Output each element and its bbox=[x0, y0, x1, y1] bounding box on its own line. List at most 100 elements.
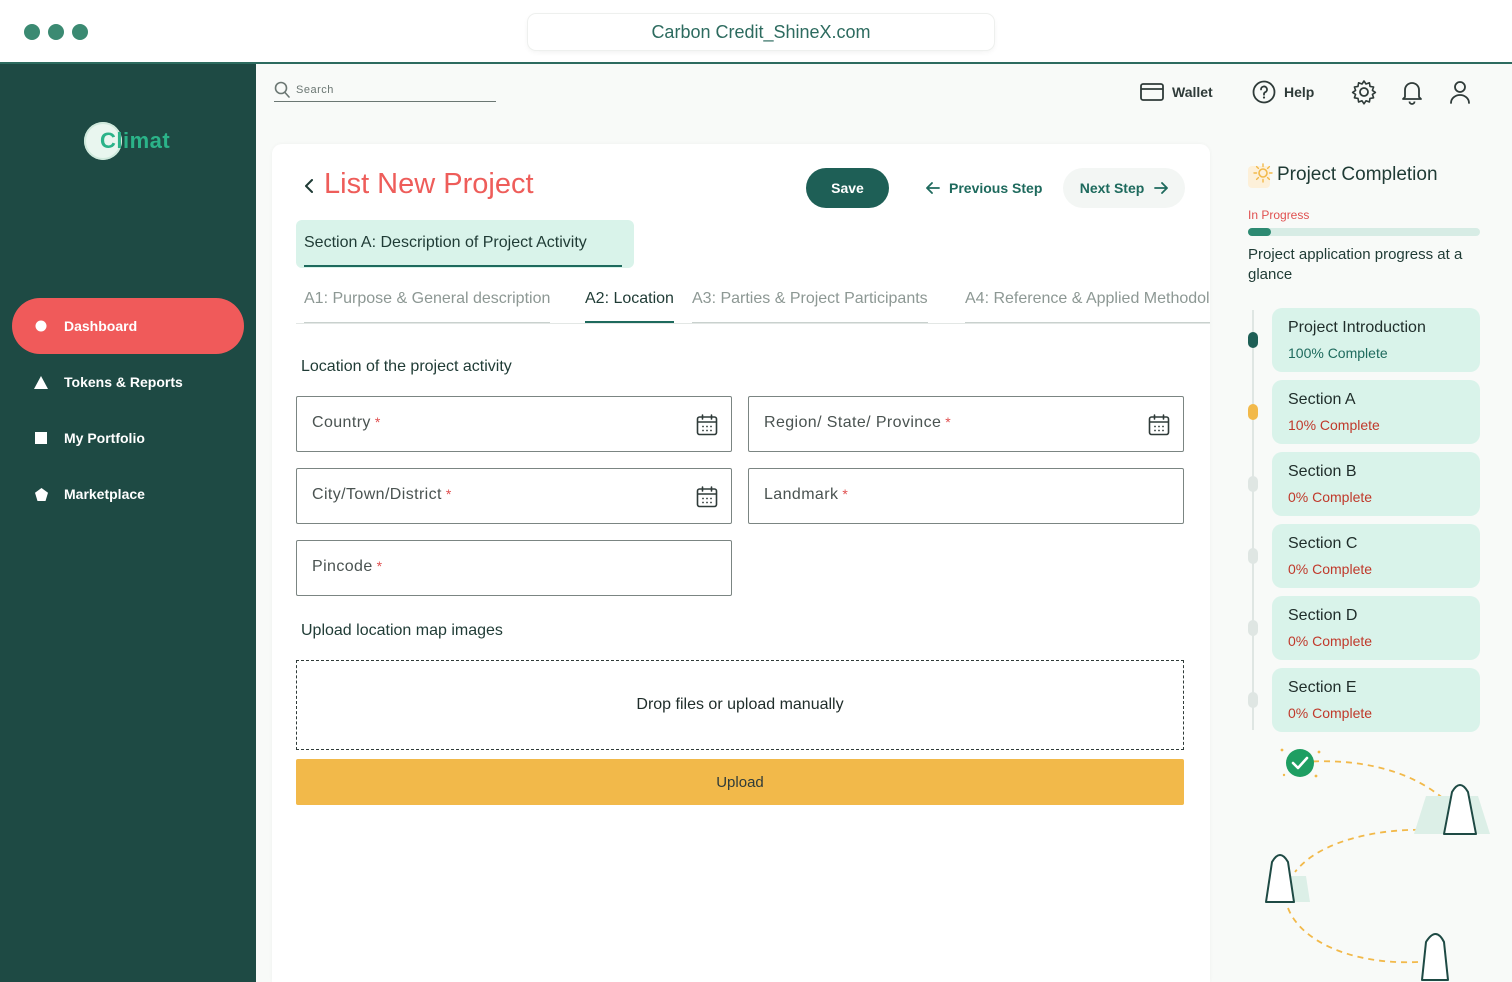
timeline-marker bbox=[1248, 476, 1258, 492]
notifications-button[interactable] bbox=[1398, 78, 1426, 106]
step-title: Section E bbox=[1288, 679, 1357, 696]
window-dot[interactable] bbox=[24, 24, 40, 40]
sidebar-item-tokens-reports[interactable]: Tokens & Reports bbox=[12, 354, 244, 410]
calendar-icon[interactable] bbox=[1147, 413, 1171, 437]
window-dot[interactable] bbox=[48, 24, 64, 40]
tab-a2-location[interactable]: A2: Location bbox=[585, 290, 674, 324]
tab-a1-purpose[interactable]: A1: Purpose & General description bbox=[304, 290, 551, 324]
city-label: City/Town/District * bbox=[312, 486, 452, 503]
timeline-marker bbox=[1248, 620, 1258, 636]
search-icon bbox=[274, 81, 290, 98]
sidebar-item-my-portfolio[interactable]: My Portfolio bbox=[12, 410, 244, 466]
search-bar bbox=[274, 80, 496, 102]
window-dot[interactable] bbox=[72, 24, 88, 40]
timeline-marker bbox=[1248, 404, 1258, 420]
next-step-label: Next Step bbox=[1079, 180, 1145, 196]
sidebar: Climat Dashboard Tokens & Reports My Por… bbox=[0, 64, 256, 982]
bell-icon bbox=[1402, 82, 1422, 105]
tab-label: A4: Reference & Applied Methodology bbox=[965, 290, 1210, 307]
sidebar-item-label: Marketplace bbox=[64, 486, 145, 502]
settings-button[interactable] bbox=[1350, 78, 1378, 106]
timeline-marker bbox=[1248, 692, 1258, 708]
previous-step-label: Previous Step bbox=[949, 180, 1043, 196]
step-progress: 10% Complete bbox=[1288, 417, 1380, 433]
calendar-icon[interactable] bbox=[695, 485, 719, 509]
browser-chrome: Carbon Credit_ShineX.com bbox=[0, 0, 1512, 64]
step-progress: 0% Complete bbox=[1288, 561, 1373, 577]
step-title: Section B bbox=[1288, 463, 1357, 480]
location-heading: Location of the project activity bbox=[301, 358, 512, 375]
tab-a4-reference[interactable]: A4: Reference & Applied Methodology bbox=[965, 290, 1210, 324]
search-input[interactable] bbox=[296, 81, 492, 99]
pincode-label: Pincode * bbox=[312, 558, 383, 575]
sidebar-item-label: My Portfolio bbox=[64, 430, 145, 446]
step-card-section-c[interactable]: Section C 0% Complete bbox=[1272, 524, 1480, 588]
tab-label: A3: Parties & Project Participants bbox=[692, 290, 928, 307]
completion-progress-bar bbox=[1248, 228, 1480, 236]
required-mark: * bbox=[842, 486, 849, 502]
calendar-icon[interactable] bbox=[695, 413, 719, 437]
country-field[interactable]: Country * bbox=[296, 396, 732, 452]
tab-underline bbox=[965, 322, 1210, 323]
check-circle-icon bbox=[1286, 749, 1314, 777]
step-card-section-a[interactable]: Section A 10% Complete bbox=[1272, 380, 1480, 444]
section-underline bbox=[304, 265, 622, 267]
section-a-chip[interactable]: Section A: Description of Project Activi… bbox=[296, 220, 634, 268]
pincode-field[interactable]: Pincode * bbox=[296, 540, 732, 596]
app-logo[interactable]: Climat bbox=[84, 122, 204, 162]
upload-button[interactable]: Upload bbox=[296, 759, 1184, 805]
profile-button[interactable] bbox=[1446, 78, 1474, 106]
step-title: Section A bbox=[1288, 391, 1356, 408]
step-title: Project Introduction bbox=[1288, 319, 1426, 336]
timeline-marker bbox=[1248, 332, 1258, 348]
tab-underline bbox=[304, 322, 551, 323]
required-mark: * bbox=[445, 486, 452, 502]
wallet-button[interactable]: Wallet bbox=[1140, 78, 1213, 106]
address-bar[interactable]: Carbon Credit_ShineX.com bbox=[528, 14, 994, 50]
landmark-label: Landmark * bbox=[764, 486, 849, 503]
timeline-marker bbox=[1248, 548, 1258, 564]
region-field[interactable]: Region/ State/ Province * bbox=[748, 396, 1184, 452]
pentagon-icon bbox=[34, 487, 48, 501]
arrow-right-icon bbox=[1154, 182, 1169, 194]
sidebar-item-marketplace[interactable]: Marketplace bbox=[12, 466, 244, 522]
completion-status: In Progress bbox=[1248, 208, 1310, 222]
timeline-track bbox=[1252, 310, 1254, 730]
step-card-section-b[interactable]: Section B 0% Complete bbox=[1272, 452, 1480, 516]
required-mark: * bbox=[376, 558, 383, 574]
step-card-section-e[interactable]: Section E 0% Complete bbox=[1272, 668, 1480, 732]
back-button[interactable] bbox=[300, 176, 318, 196]
progress-fill bbox=[1248, 228, 1272, 236]
sidebar-item-dashboard[interactable]: Dashboard bbox=[12, 298, 244, 354]
country-label: Country * bbox=[312, 414, 381, 431]
step-progress: 0% Complete bbox=[1288, 489, 1373, 505]
upload-heading: Upload location map images bbox=[301, 622, 503, 639]
landmark-field[interactable]: Landmark * bbox=[748, 468, 1184, 524]
dropzone-text: Drop files or upload manually bbox=[636, 696, 844, 713]
section-tabs: A1: Purpose & General description A2: Lo… bbox=[296, 284, 1210, 324]
step-title: Section D bbox=[1288, 607, 1358, 624]
file-dropzone[interactable]: Drop files or upload manually bbox=[296, 660, 1184, 750]
previous-step-button[interactable]: Previous Step bbox=[920, 168, 1048, 208]
sidebar-item-label: Dashboard bbox=[64, 318, 138, 334]
wallet-label: Wallet bbox=[1172, 84, 1213, 100]
city-field[interactable]: City/Town/District * bbox=[296, 468, 732, 524]
arrow-left-icon bbox=[926, 182, 940, 194]
tab-label: A2: Location bbox=[585, 290, 674, 307]
tab-a3-parties[interactable]: A3: Parties & Project Participants bbox=[692, 290, 928, 324]
step-card-project-introduction[interactable]: Project Introduction 100% Complete bbox=[1272, 308, 1480, 372]
settings-icon bbox=[1351, 80, 1377, 105]
save-button[interactable]: Save bbox=[806, 168, 889, 208]
help-label: Help bbox=[1284, 84, 1315, 100]
help-button[interactable]: Help bbox=[1252, 78, 1314, 106]
tab-underline bbox=[585, 321, 674, 323]
next-step-button[interactable]: Next Step bbox=[1063, 168, 1185, 208]
wallet-icon bbox=[1140, 83, 1164, 101]
page-title: List New Project bbox=[324, 168, 534, 200]
region-label: Region/ State/ Province * bbox=[764, 414, 952, 431]
journey-illustration bbox=[1265, 748, 1490, 981]
step-card-section-d[interactable]: Section D 0% Complete bbox=[1272, 596, 1480, 660]
square-icon bbox=[34, 431, 48, 445]
step-title: Section C bbox=[1288, 535, 1358, 552]
step-progress: 0% Complete bbox=[1288, 705, 1373, 721]
